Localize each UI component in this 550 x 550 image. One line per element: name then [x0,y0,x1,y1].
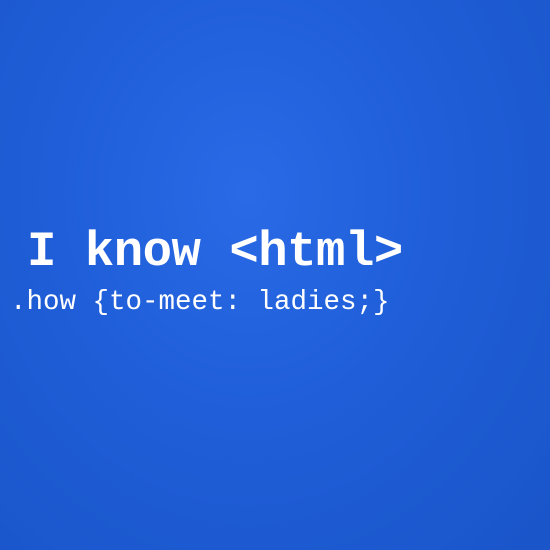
headline-text: I know <html> [27,224,403,280]
tshirt-print: I know <html> .how {to-meet: ladies;} [0,0,550,550]
subline-text: .how {to-meet: ladies;} [10,287,390,318]
